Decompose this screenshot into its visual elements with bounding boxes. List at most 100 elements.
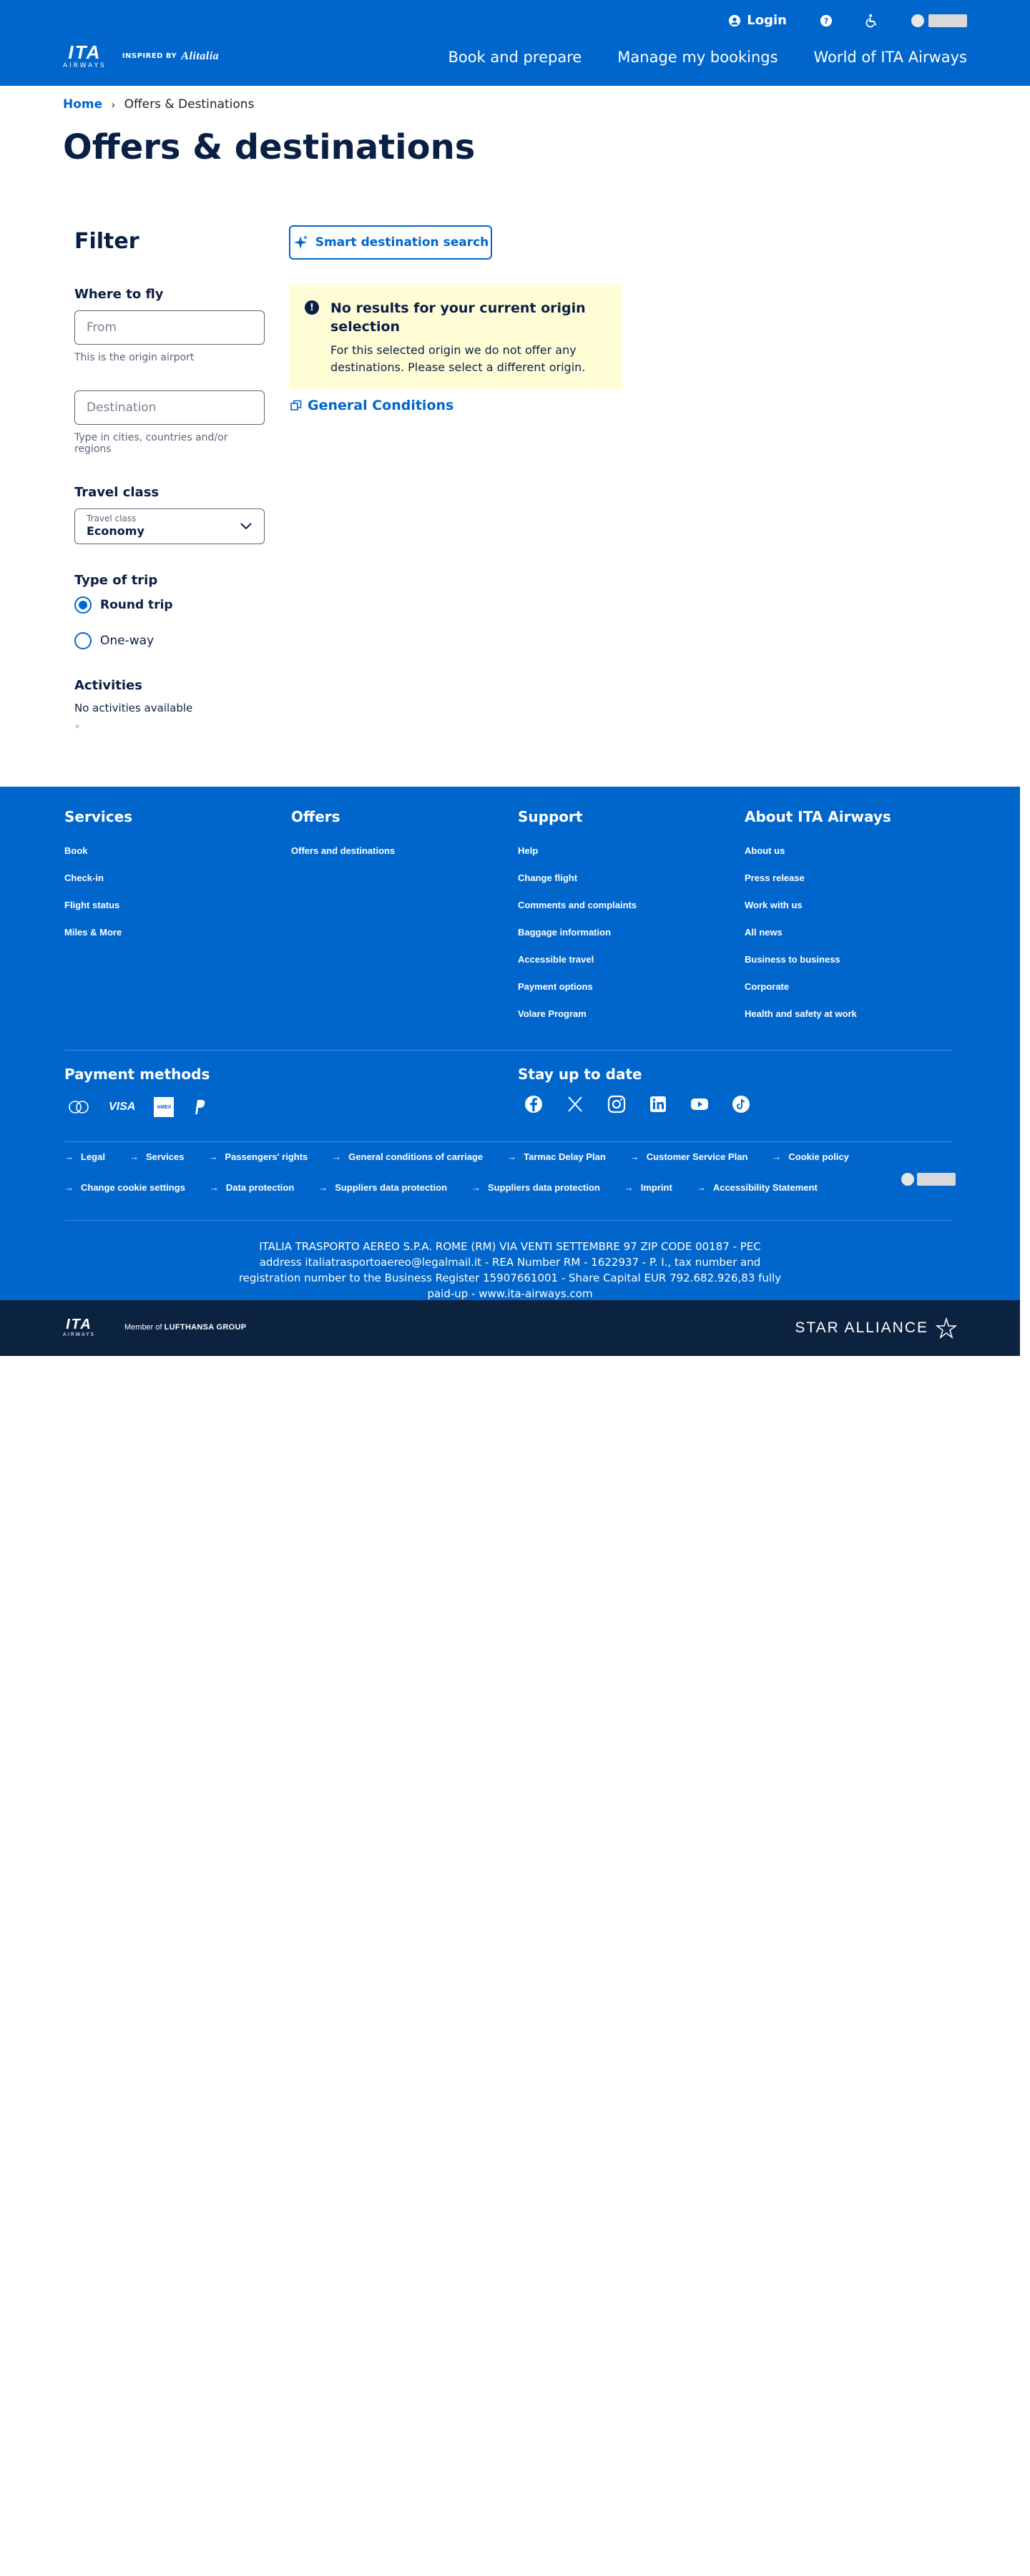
footer-col-title: Services [64,808,133,825]
activities-title: Activities [74,678,142,693]
footer-link-all-news[interactable]: All news [745,927,971,938]
legal-link[interactable]: → Suppliers data protection [471,1182,600,1193]
arrow-right-icon: → [624,1182,634,1193]
stay-up-to-date-title: Stay up to date [518,1066,642,1083]
footer-col-services: Services Book Check-in Flight status Mil… [64,808,291,1036]
arrow-right-icon: → [129,1151,139,1162]
nav-world-of-ita[interactable]: World of ITA Airways [814,49,967,66]
footer-link-flight-status[interactable]: Flight status [64,900,291,910]
footer-col-about: About ITA Airways About us Press release… [745,808,971,1036]
destination-input[interactable] [74,390,265,425]
smart-search-label: Smart destination search [315,235,489,250]
breadcrumb-home[interactable]: Home [63,97,102,112]
legal-link[interactable]: → Suppliers data protection [318,1182,447,1193]
arrow-right-icon: → [696,1182,706,1193]
ita-airways-logo[interactable]: ITA AIRWAYS [63,1317,95,1337]
star-alliance-logo[interactable]: STAR ALLIANCE [795,1317,957,1339]
svg-text:?: ? [824,16,828,26]
footer-link-accessible-travel[interactable]: Accessible travel [518,954,745,965]
facebook-icon[interactable] [524,1094,544,1114]
user-icon [729,14,741,26]
footer-link-health-safety[interactable]: Health and safety at work [745,1008,971,1019]
accessibility-button[interactable] [865,14,878,28]
footer-link-about-us[interactable]: About us [745,845,971,856]
footer-link-press-release[interactable]: Press release [745,872,971,883]
travel-class-title: Travel class [74,485,160,500]
arrow-right-icon: → [507,1151,517,1162]
nav-manage-my-bookings[interactable]: Manage my bookings [617,49,778,66]
accessibility-icon [865,14,877,27]
legal-link[interactable]: → Change cookie settings [64,1182,185,1193]
legal-links: → Legal → Services → Passengers' rights → Ge… [64,1151,851,1213]
footer-link-change-flight[interactable]: Change flight [518,872,745,883]
footer-col-title: Offers [291,808,340,825]
arrow-right-icon: → [471,1182,481,1193]
trip-type-title: Type of trip [74,573,158,588]
language-selector [928,14,967,27]
legal-link[interactable]: → Cookie policy [772,1151,849,1162]
legal-link[interactable]: → Customer Service Plan [630,1151,748,1162]
login-button[interactable]: Login [728,13,787,28]
info-icon: ! [305,300,319,315]
legal-link[interactable]: → Passengers' rights [208,1151,308,1162]
instagram-icon[interactable] [607,1094,627,1114]
origin-input[interactable] [74,310,265,345]
arrow-right-icon: → [208,1151,218,1162]
breadcrumb-current: Offers & Destinations [124,97,255,112]
footer-divider [64,1050,953,1051]
login-label: Login [747,13,787,28]
round-trip-radio[interactable]: Round trip [74,596,265,614]
linkedin-icon[interactable] [648,1094,668,1114]
footer-link-corporate[interactable]: Corporate [745,981,971,992]
breadcrumb: Home › Offers & Destinations [63,97,254,112]
youtube-icon[interactable] [690,1094,710,1114]
footer-link-comments[interactable]: Comments and complaints [518,900,745,910]
tiktok-icon[interactable] [731,1094,751,1114]
footer-link-work-with-us[interactable]: Work with us [745,900,971,910]
help-button[interactable]: ? [820,14,833,27]
footer-link-payment-options[interactable]: Payment options [518,981,745,992]
smart-destination-search-button[interactable]: Smart destination search [289,225,492,260]
x-twitter-icon[interactable] [565,1094,585,1114]
footer-divider [64,1141,953,1142]
utility-bar: Login ? [728,13,967,28]
footer-link-help[interactable]: Help [518,845,745,856]
chevron-down-icon [240,523,252,530]
language-toggle[interactable] [911,14,967,27]
general-conditions-label: General Conditions [308,398,454,413]
sparkle-icon [293,235,308,249]
star-alliance-icon [936,1317,957,1339]
origin-hint: This is the origin airport [74,352,195,363]
footer-link-baggage[interactable]: Baggage information [518,927,745,938]
main-nav: Book and prepare Manage my bookings Worl… [448,49,967,66]
legal-link[interactable]: → Data protection [210,1182,294,1193]
footer-link-check-in[interactable]: Check-in [64,872,291,883]
destination-hint: Type in cities, countries and/or regions [74,432,228,455]
brand-logo[interactable]: ITA AIRWAYS INSPIRED BY Alitalia [63,43,219,69]
footer-language-toggle[interactable] [901,1173,956,1186]
arrow-right-icon: → [629,1151,639,1162]
one-way-radio[interactable]: One-way [74,632,265,649]
footer-link-b2b[interactable]: Business to business [745,954,971,965]
legal-link[interactable]: → Legal [64,1151,105,1162]
footer-col-title: About ITA Airways [745,808,891,825]
legal-link[interactable]: → General conditions of carriage [332,1151,483,1162]
lufthansa-group-member: Member of LUFTHANSA GROUP [124,1323,247,1332]
mastercard-icon [69,1101,89,1114]
ita-airways-logo: ITA AIRWAYS [63,41,107,69]
alert-title: No results for your current origin selec… [330,300,586,335]
travel-class-select[interactable]: Travel class Economy [74,508,265,544]
footer-link-miles-more[interactable]: Miles & More [64,927,291,938]
legal-link[interactable]: → Accessibility Statement [697,1182,818,1193]
site-header: Login ? ITA AIRWAYS INSPIRED BY Alitalia… [0,0,1030,86]
footer-link-volare[interactable]: Volare Program [518,1008,745,1019]
legal-link[interactable]: → Services [129,1151,185,1162]
general-conditions-link[interactable]: General Conditions [290,398,453,413]
footer-link-offers-destinations[interactable]: Offers and destinations [291,845,518,856]
legal-link[interactable]: → Tarmac Delay Plan [507,1151,606,1162]
legal-link[interactable]: → Imprint [624,1182,672,1193]
chevron-right-icon: › [111,97,116,112]
nav-book-and-prepare[interactable]: Book and prepare [448,49,582,66]
footer-link-book[interactable]: Book [64,845,291,856]
language-selector [917,1173,956,1186]
